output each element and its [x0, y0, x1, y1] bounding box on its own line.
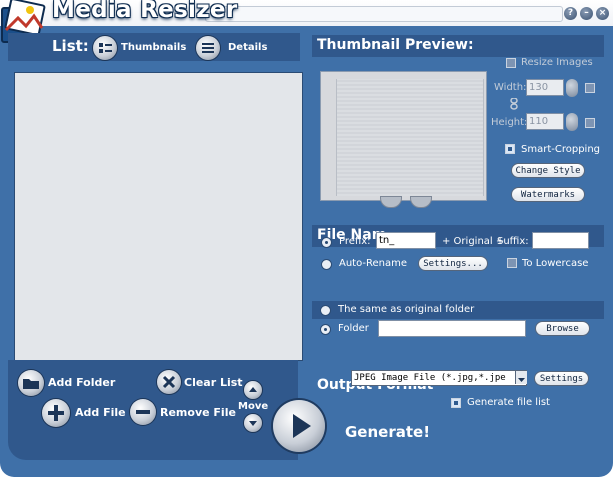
- resize-images-checkbox[interactable]: [506, 58, 516, 68]
- thumbnails-view-button[interactable]: [93, 36, 117, 60]
- width-input[interactable]: 130: [526, 79, 564, 96]
- height-input[interactable]: 110: [526, 113, 564, 130]
- generate-file-list-label: Generate file list: [467, 397, 550, 408]
- to-lowercase-label: To Lowercase: [522, 258, 589, 269]
- remove-file-button[interactable]: [130, 399, 156, 425]
- smart-cropping-label: Smart-Cropping: [521, 144, 601, 155]
- thumbnail-preview-title: Thumbnail Preview:: [317, 37, 474, 53]
- prefix-radio[interactable]: [321, 237, 332, 248]
- move-up-button[interactable]: [244, 381, 262, 399]
- generate-file-list-checkbox[interactable]: [451, 398, 461, 408]
- details-list-icon: [202, 43, 214, 53]
- details-label[interactable]: Details: [228, 42, 267, 53]
- prefix-input[interactable]: tn_: [376, 232, 436, 249]
- generate-button[interactable]: [273, 400, 325, 452]
- clear-list-label[interactable]: Clear List: [184, 376, 243, 389]
- move-down-button[interactable]: [244, 414, 262, 432]
- app-title: Media Resizer: [52, 0, 238, 23]
- file-list[interactable]: [14, 72, 303, 361]
- output-format-select[interactable]: JPEG Image File (*.jpg,*.jpe: [351, 370, 527, 386]
- same-folder-radio[interactable]: [320, 305, 331, 316]
- folder-input[interactable]: [378, 320, 526, 337]
- auto-rename-label: Auto-Rename: [339, 258, 408, 269]
- title-bar-strip[interactable]: [205, 6, 563, 22]
- height-label: Height:: [491, 117, 528, 128]
- height-spinner[interactable]: [566, 113, 578, 131]
- add-file-button[interactable]: [42, 399, 70, 427]
- link-chain-icon: [510, 98, 518, 110]
- thumbnails-icon: [99, 43, 112, 53]
- move-label: Move: [238, 401, 269, 412]
- list-label: List:: [52, 37, 89, 55]
- arrow-up-icon: [249, 387, 257, 392]
- arrow-down-icon: [249, 421, 257, 426]
- generate-label[interactable]: Generate!: [345, 423, 430, 441]
- details-view-button[interactable]: [196, 36, 220, 60]
- folder-radio[interactable]: [320, 324, 331, 335]
- height-lock-checkbox[interactable]: [585, 118, 595, 128]
- rename-settings-button[interactable]: Settings...: [418, 256, 488, 271]
- smart-cropping-checkbox[interactable]: [505, 144, 515, 154]
- add-folder-button[interactable]: [18, 370, 44, 396]
- plus-icon: [48, 405, 64, 421]
- suffix-input[interactable]: [532, 232, 589, 249]
- resize-images-label: Resize Images: [521, 57, 593, 68]
- add-folder-label[interactable]: Add Folder: [48, 376, 115, 389]
- close-icon[interactable]: ×: [596, 7, 609, 20]
- same-folder-label: The same as original folder: [338, 304, 475, 315]
- thumbnails-label[interactable]: Thumbnails: [121, 42, 186, 53]
- format-settings-button[interactable]: Settings: [534, 371, 589, 386]
- clear-list-button[interactable]: [157, 370, 181, 394]
- output-format-value: JPEG Image File (*.jpg,*.jpe: [354, 373, 506, 383]
- minimize-icon[interactable]: –: [580, 7, 593, 20]
- media-resizer-window: Media Resizer ? – × List: Thumbnails Det…: [0, 0, 613, 477]
- width-lock-checkbox[interactable]: [585, 83, 595, 93]
- minus-icon: [136, 410, 150, 414]
- dropdown-arrow-icon[interactable]: [515, 371, 527, 384]
- folder-label: Folder: [338, 323, 369, 334]
- auto-rename-radio[interactable]: [321, 259, 332, 270]
- change-style-button[interactable]: Change Style: [511, 163, 585, 178]
- width-spinner[interactable]: [566, 79, 578, 97]
- width-label: Width:: [494, 82, 527, 93]
- thumbnail-preview-image: [336, 79, 484, 196]
- prefix-label: Prefix:: [339, 236, 371, 247]
- watermarks-button[interactable]: Watermarks: [511, 187, 585, 202]
- play-icon: [293, 414, 311, 438]
- browse-button[interactable]: Browse: [535, 321, 590, 336]
- to-lowercase-checkbox[interactable]: [507, 258, 517, 268]
- original-label: + Original +: [442, 236, 505, 247]
- clear-x-icon: [162, 375, 176, 389]
- help-icon[interactable]: ?: [564, 7, 577, 20]
- suffix-label: Suffix:: [497, 236, 529, 247]
- add-file-label[interactable]: Add File: [75, 406, 126, 419]
- add-folder-icon: [23, 379, 39, 389]
- remove-file-label[interactable]: Remove File: [160, 406, 236, 419]
